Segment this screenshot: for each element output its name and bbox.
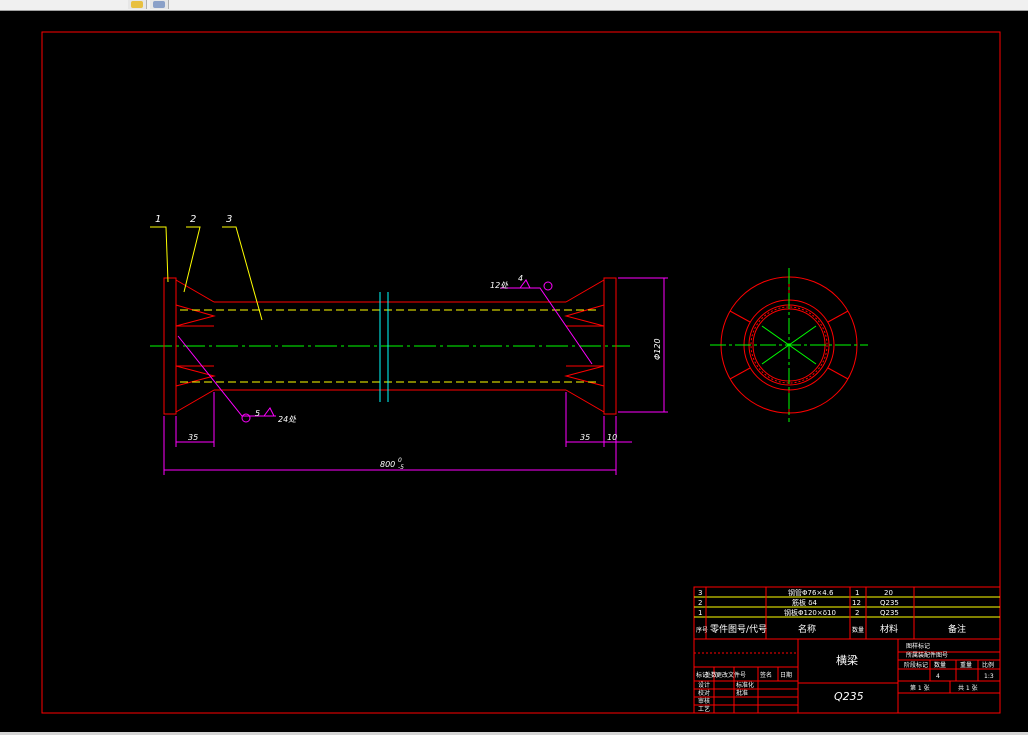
drawing-canvas[interactable]: 1 2 3 12处 4 5 24处 35 35 10 800 0 -5 Φ120… <box>0 11 1028 735</box>
front-view: 1 2 3 12处 4 5 24处 35 35 10 800 0 -5 Φ120 <box>150 214 668 475</box>
part-material: Q235 <box>880 609 899 617</box>
assembly-code: 所属装配件图号 <box>906 651 948 659</box>
role-standard: 标准化 <box>736 681 754 689</box>
dim-overall-tol-upper: 0 <box>398 457 402 464</box>
part-material: Q235 <box>880 599 899 607</box>
header-note: 备注 <box>948 623 966 635</box>
part-qty: 1 <box>855 589 859 597</box>
rev-header-date: 日期 <box>780 671 792 679</box>
weld-top-length: 12处 <box>490 281 509 290</box>
role-review: 审核 <box>698 697 710 705</box>
toolbar-button-layer[interactable] <box>128 0 147 9</box>
role-design: 设计 <box>698 681 710 689</box>
col-scale: 比例 <box>982 661 994 669</box>
role-process: 工艺 <box>698 705 710 713</box>
weld-bottom-size: 5 <box>255 409 260 418</box>
part-no: 1 <box>698 609 702 617</box>
part-no: 3 <box>698 589 702 597</box>
dim-overall: 800 <box>380 460 395 469</box>
part-qty: 12 <box>852 599 861 607</box>
dim-diameter: Φ120 <box>653 338 662 360</box>
part-name: 钢板Φ120×δ10 <box>784 608 836 617</box>
sheet-number: 第 1 张 <box>910 684 930 692</box>
dim-left-35: 35 <box>188 433 198 442</box>
cad-toolbar <box>0 0 1028 11</box>
title-block-text: 标记 处数 更改文件号 签名 日期 设计 校对 审核 工艺 标准化 批准 横梁 … <box>696 642 994 713</box>
side-view <box>710 268 868 422</box>
parts-rows: 3 钢管Φ76×4.6 1 20 2 筋板 δ4 12 Q235 1 钢板Φ12… <box>698 588 899 617</box>
part-name: 筋板 δ4 <box>792 598 818 607</box>
cube-icon <box>153 1 165 8</box>
assembly-label: 图样标记 <box>906 642 930 650</box>
rev-header-sign: 签名 <box>760 671 772 679</box>
header-qty: 数量 <box>852 626 864 634</box>
balloon-3: 3 <box>226 214 232 225</box>
col-qty: 数量 <box>934 661 946 669</box>
drawing-name: 横梁 <box>836 653 858 667</box>
header-material: 材料 <box>880 623 898 635</box>
drawing-material: Q235 <box>834 690 864 703</box>
header-code: 零件图号/代号 <box>710 623 767 635</box>
balloon-1: 1 <box>155 214 161 225</box>
balloon-2: 2 <box>190 214 196 225</box>
part-qty: 2 <box>855 609 859 617</box>
weld-bottom-length: 24处 <box>278 415 297 424</box>
part-no: 2 <box>698 599 702 607</box>
parts-header: 序号 零件图号/代号 名称 数量 材料 备注 <box>696 623 966 635</box>
dim-right-10: 10 <box>607 433 617 442</box>
col-stage: 阶段标记 <box>904 661 928 669</box>
rev-header-doc: 更改文件号 <box>716 671 746 679</box>
dimension-lines <box>163 277 668 475</box>
header-name: 名称 <box>798 623 816 635</box>
layer-icon <box>131 1 143 8</box>
role-check: 校对 <box>698 689 710 697</box>
header-no: 序号 <box>696 626 708 634</box>
dim-right-35: 35 <box>580 433 590 442</box>
dim-overall-tol-lower: -5 <box>398 464 404 471</box>
break-lines <box>379 292 389 402</box>
sheet-total: 共 1 张 <box>958 684 978 692</box>
balloon-leaders <box>150 226 263 321</box>
col-weight: 重量 <box>960 661 972 669</box>
role-approve: 批准 <box>736 689 748 697</box>
weld-symbol-top <box>500 279 593 365</box>
part-material: 20 <box>884 589 893 597</box>
weld-top-size: 4 <box>518 274 523 283</box>
qty-value: 4 <box>936 673 940 680</box>
part-name: 钢管Φ76×4.6 <box>788 588 834 597</box>
scale-value: 1:3 <box>984 673 994 680</box>
toolbar-button-3d[interactable] <box>150 0 169 9</box>
weld-symbol-bottom <box>177 335 276 423</box>
